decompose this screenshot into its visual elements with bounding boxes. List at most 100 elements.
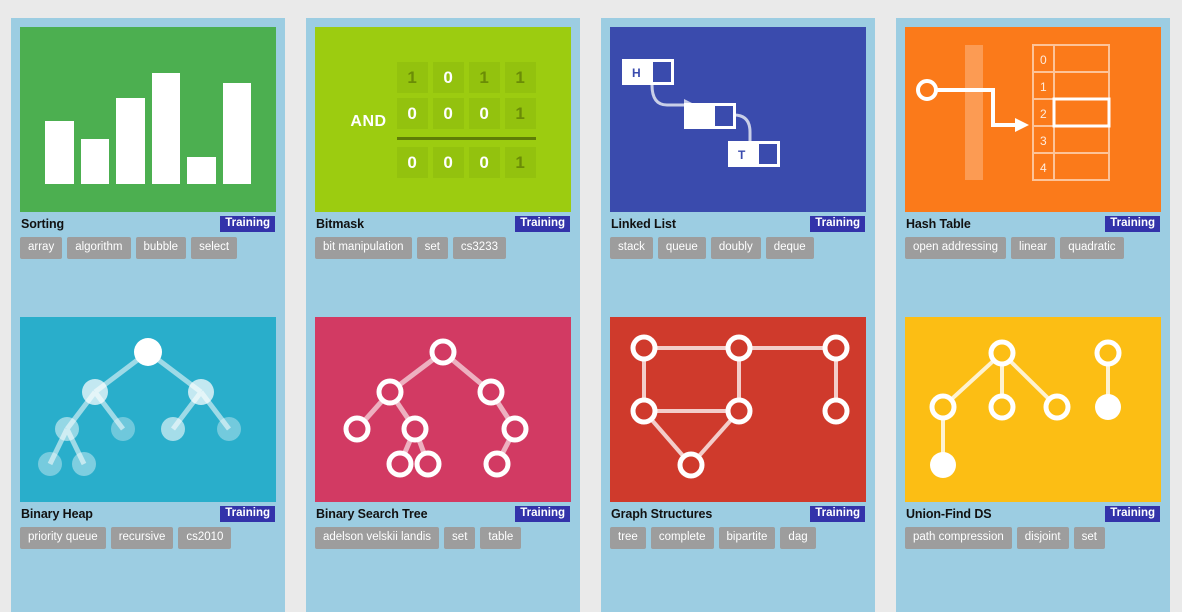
graph-node xyxy=(725,334,753,362)
union-find-illustration xyxy=(929,339,1122,478)
bst-node xyxy=(343,415,371,443)
heap-node xyxy=(72,452,96,476)
card-art-binary-heap[interactable] xyxy=(20,317,276,502)
card-graph-structures[interactable]: Graph Structures Training tree complete … xyxy=(601,308,875,612)
card-title: Graph Structures xyxy=(611,507,713,521)
bst-node xyxy=(376,378,404,406)
graph-node xyxy=(630,397,658,425)
tag[interactable]: queue xyxy=(657,237,706,260)
bit-cell: 1 xyxy=(468,61,500,93)
tag[interactable]: select xyxy=(191,237,238,260)
card-meta: Bitmask Training xyxy=(315,212,571,236)
card-art-linked-list[interactable]: H T xyxy=(610,27,866,212)
bst-node xyxy=(414,450,442,478)
card-binary-search-tree[interactable]: Binary Search Tree Training adelson vels… xyxy=(306,308,580,612)
card-title: Linked List xyxy=(611,217,676,231)
heap-node xyxy=(111,417,135,441)
heap-node xyxy=(82,379,108,405)
tag[interactable]: bubble xyxy=(135,237,187,260)
bst-node xyxy=(386,450,414,478)
card-meta: Binary Heap Training xyxy=(20,502,276,526)
status-badge[interactable]: Training xyxy=(810,215,865,233)
tag[interactable]: tree xyxy=(610,527,646,550)
tag[interactable]: complete xyxy=(650,527,714,550)
tag[interactable]: path compression xyxy=(905,527,1012,550)
card-art-binary-search-tree[interactable] xyxy=(315,317,571,502)
tag[interactable]: stack xyxy=(610,237,653,260)
bitmask-divider xyxy=(396,136,536,140)
tag[interactable]: quadratic xyxy=(1060,237,1124,260)
card-meta: Binary Search Tree Training xyxy=(315,502,571,526)
tag[interactable]: set xyxy=(416,237,448,260)
status-badge[interactable]: Training xyxy=(810,505,865,523)
bar xyxy=(222,82,251,184)
graph-node xyxy=(822,334,850,362)
tag[interactable]: algorithm xyxy=(67,237,131,260)
bitmask-operand-a: 1 0 1 1 xyxy=(396,61,536,93)
union-find-node xyxy=(1094,339,1122,367)
bst-node xyxy=(401,415,429,443)
tag[interactable]: array xyxy=(20,237,63,260)
tag[interactable]: priority queue xyxy=(20,527,106,550)
card-art-sorting[interactable] xyxy=(20,27,276,212)
status-badge[interactable]: Training xyxy=(1105,505,1160,523)
hash-key-node xyxy=(916,79,938,101)
card-binary-heap[interactable]: Binary Heap Training priority queue recu… xyxy=(11,308,285,612)
tag[interactable]: dag xyxy=(780,527,816,550)
card-bitmask[interactable]: AND 1 0 1 1 0 0 0 1 0 0 0 1 Bitmask Trai… xyxy=(306,18,580,308)
card-title: Hash Table xyxy=(906,217,971,231)
status-badge[interactable]: Training xyxy=(220,215,275,233)
card-title: Sorting xyxy=(21,217,65,231)
card-art-union-find[interactable] xyxy=(905,317,1161,502)
bitmask-operand-b: 0 0 0 1 xyxy=(396,97,536,129)
tag-list: open addressing linear quadratic xyxy=(905,237,1161,260)
tag[interactable]: linear xyxy=(1011,237,1056,260)
card-art-bitmask[interactable]: AND 1 0 1 1 0 0 0 1 0 0 0 1 xyxy=(315,27,571,212)
tag-list: bit manipulation set cs3233 xyxy=(315,237,571,260)
status-badge[interactable]: Training xyxy=(515,215,570,233)
card-union-find[interactable]: Union-Find DS Training path compression … xyxy=(896,308,1170,612)
card-art-hash-table[interactable]: 0 1 2 3 4 xyxy=(905,27,1161,212)
tag[interactable]: table xyxy=(480,527,522,550)
card-linked-list[interactable]: H T Linked List Training stack queue dou… xyxy=(601,18,875,308)
hash-table-illustration: 0 1 2 3 4 xyxy=(916,44,1111,181)
bitmask-result: 0 0 0 1 xyxy=(396,146,536,178)
tag-list: array algorithm bubble select xyxy=(20,237,276,260)
tag[interactable]: doubly xyxy=(710,237,761,260)
tag[interactable]: open addressing xyxy=(905,237,1007,260)
tag[interactable]: disjoint xyxy=(1016,527,1069,550)
tag[interactable]: recursive xyxy=(110,527,174,550)
tag[interactable]: cs2010 xyxy=(178,527,232,550)
tag[interactable]: deque xyxy=(765,237,814,260)
tag-list: path compression disjoint set xyxy=(905,527,1161,550)
heap-node xyxy=(38,452,62,476)
heap-node xyxy=(217,417,241,441)
heap-node xyxy=(161,417,185,441)
status-badge[interactable]: Training xyxy=(515,505,570,523)
tag[interactable]: set xyxy=(1073,527,1105,550)
bitmask-illustration: AND 1 0 1 1 0 0 0 1 0 0 0 1 xyxy=(315,27,571,212)
tag-list: stack queue doubly deque xyxy=(610,237,866,260)
bst-node xyxy=(501,415,529,443)
status-badge[interactable]: Training xyxy=(220,505,275,523)
tag[interactable]: bit manipulation xyxy=(315,237,412,260)
bit-cell: 0 xyxy=(432,61,464,93)
card-art-graph-structures[interactable] xyxy=(610,317,866,502)
bst-node xyxy=(483,450,511,478)
hash-slot-index: 1 xyxy=(1040,80,1047,94)
status-badge[interactable]: Training xyxy=(1105,215,1160,233)
tag[interactable]: bipartite xyxy=(718,527,776,550)
heap-node xyxy=(134,338,162,366)
union-find-node xyxy=(929,393,957,421)
bit-cell: 0 xyxy=(468,146,500,178)
tag-list: adelson velskii landis set table xyxy=(315,527,571,550)
union-find-node-filled xyxy=(1095,394,1121,420)
tag[interactable]: set xyxy=(444,527,476,550)
linked-list-illustration: H T xyxy=(622,59,780,167)
card-hash-table[interactable]: 0 1 2 3 4 Hash Table Training open addre… xyxy=(896,18,1170,308)
card-sorting[interactable]: Sorting Training array algorithm bubble … xyxy=(11,18,285,308)
graph-node xyxy=(630,334,658,362)
tag[interactable]: cs3233 xyxy=(452,237,506,260)
hash-slot-index: 4 xyxy=(1040,161,1047,175)
tag[interactable]: adelson velskii landis xyxy=(315,527,440,550)
